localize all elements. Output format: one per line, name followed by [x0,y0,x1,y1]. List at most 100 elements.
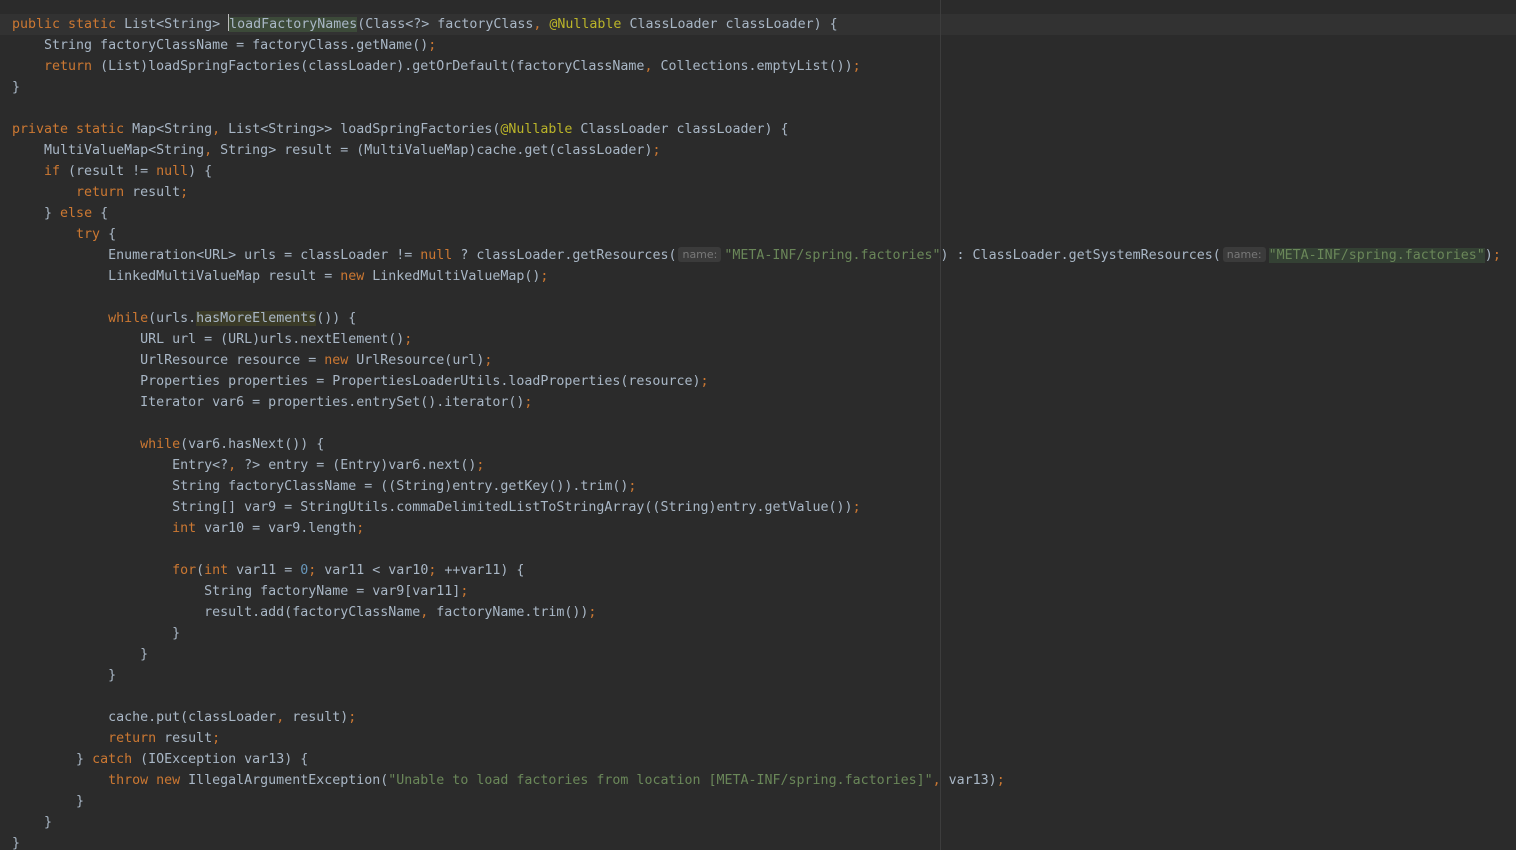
parameter-hint: name: [1222,247,1266,262]
code-token: Iterator var6 = properties.entrySet().it… [12,395,525,410]
code-line[interactable]: cache.put(classLoader, result); [12,707,1501,728]
code-line[interactable]: return result; [12,182,1501,203]
code-token: } [12,815,53,830]
method-name-usage-highlight: loadFactoryNames [229,17,358,32]
code-line[interactable]: while(urls.hasMoreElements()) { [12,308,1501,329]
code-line[interactable] [12,413,1501,434]
code-line[interactable]: String[] var9 = StringUtils.commaDelimit… [12,497,1501,518]
code-line[interactable]: int var10 = var9.length; [12,518,1501,539]
keyword-token: ; [484,353,493,368]
keyword-token: , [204,143,221,158]
code-line[interactable]: while(var6.hasNext()) { [12,434,1501,455]
keyword-token: ; [996,773,1005,788]
keyword-token: return [12,185,133,200]
code-token: ( [196,563,205,578]
code-line[interactable]: } [12,623,1501,644]
code-line[interactable]: private static Map<String, List<String>>… [12,119,1501,140]
code-line[interactable]: return result; [12,728,1501,749]
keyword-token: return [12,731,165,746]
code-line[interactable]: Iterator var6 = properties.entrySet().it… [12,392,1501,413]
code-line[interactable] [12,539,1501,560]
keyword-token: ; [428,38,437,53]
code-line[interactable]: String factoryClassName = ((String)entry… [12,476,1501,497]
keyword-token: while [12,311,149,326]
code-token: String> result = (MultiValueMap)cache.ge… [220,143,653,158]
keyword-token: ; [476,458,485,473]
code-token: (List)loadSpringFactories(classLoader).g… [100,59,645,74]
code-line[interactable]: } [12,644,1501,665]
code-token: Collections.emptyList()) [660,59,853,74]
keyword-token: , [228,458,245,473]
code-line[interactable]: } [12,77,1501,98]
code-line[interactable]: for(int var11 = 0; var11 < var10; ++var1… [12,560,1501,581]
keyword-token: ; [524,395,533,410]
code-token: } [12,647,149,662]
code-token: } [12,626,181,641]
code-token: } [12,668,117,683]
code-line[interactable]: String factoryName = var9[var11]; [12,581,1501,602]
code-line[interactable]: } [12,833,1501,850]
code-line[interactable]: } [12,665,1501,686]
code-token: LinkedMultiValueMap() [372,269,541,284]
code-line[interactable]: LinkedMultiValueMap result = new LinkedM… [12,266,1501,287]
code-area[interactable]: public static List<String> loadFactoryNa… [12,14,1501,850]
code-token: result.add(factoryClassName [12,605,421,620]
code-line[interactable]: Entry<?, ?> entry = (Entry)var6.next(); [12,455,1501,476]
code-token: (urls. [148,311,197,326]
code-line[interactable]: return (List)loadSpringFactories(classLo… [12,56,1501,77]
keyword-token: throw new [12,773,189,788]
code-line[interactable] [12,98,1501,119]
keyword-token: else [60,206,101,221]
code-token: Entry<? [12,458,229,473]
code-token: } [12,80,21,95]
code-line[interactable] [12,686,1501,707]
code-line[interactable]: Properties properties = PropertiesLoader… [12,371,1501,392]
code-line[interactable]: } else { [12,203,1501,224]
code-line[interactable] [12,287,1501,308]
code-line[interactable]: UrlResource resource = new UrlResource(u… [12,350,1501,371]
string-literal: "META-INF/spring.factories" [724,248,941,263]
keyword-token: int [204,563,237,578]
code-line[interactable]: Enumeration<URL> urls = classLoader != n… [12,245,1501,266]
code-line[interactable]: URL url = (URL)urls.nextElement(); [12,329,1501,350]
string-literal: "Unable to load factories from location … [388,773,933,788]
code-token: Map<String [132,122,213,137]
code-line[interactable]: result.add(factoryClassName, factoryName… [12,602,1501,623]
keyword-token: for [12,563,197,578]
code-token: result) [292,710,349,725]
code-line[interactable]: if (result != null) { [12,161,1501,182]
code-token: ? classLoader.getResources( [460,248,677,263]
keyword-token: public static [12,17,125,32]
keyword-token: new [324,353,357,368]
keyword-token: ; [628,479,637,494]
code-token: (var6.hasNext()) { [180,437,325,452]
code-line[interactable]: throw new IllegalArgumentException("Unab… [12,770,1501,791]
keyword-token: ; [428,563,445,578]
keyword-token: null [420,248,461,263]
annotation-token: @Nullable [500,122,581,137]
identifier-usage-highlight: hasMoreElements [196,311,317,326]
code-token: var10 = var9.length [204,521,357,536]
keyword-token: if [12,164,69,179]
keyword-token: ; [852,500,861,515]
code-line[interactable]: } catch (IOException var13) { [12,749,1501,770]
code-line[interactable]: try { [12,224,1501,245]
code-token: cache.put(classLoader [12,710,277,725]
code-editor[interactable]: public static List<String> loadFactoryNa… [0,0,1516,850]
keyword-token: private static [12,122,133,137]
code-token: var13) [948,773,997,788]
code-token: { [108,227,117,242]
code-line[interactable]: } [12,791,1501,812]
code-token: List<String>> loadSpringFactories( [228,122,501,137]
annotation-token: @Nullable [549,17,630,32]
keyword-token: while [12,437,181,452]
code-token: ClassLoader classLoader) { [580,122,789,137]
code-token: ) : ClassLoader.getSystemResources( [940,248,1221,263]
keyword-token: ; [212,731,221,746]
code-line[interactable]: } [12,812,1501,833]
keyword-token: catch [92,752,141,767]
code-line[interactable]: String factoryClassName = factoryClass.g… [12,35,1501,56]
keyword-token: ; [348,710,357,725]
code-line[interactable]: public static List<String> loadFactoryNa… [12,14,1501,35]
code-line[interactable]: MultiValueMap<String, String> result = (… [12,140,1501,161]
